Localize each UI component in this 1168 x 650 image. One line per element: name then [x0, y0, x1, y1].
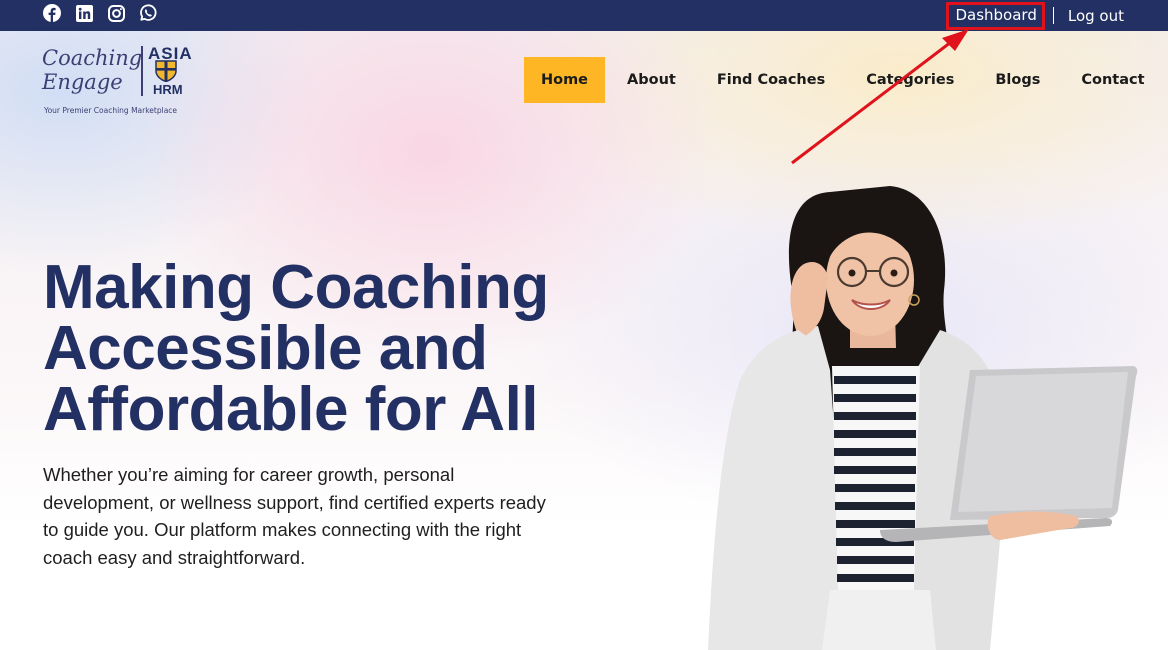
- logo-tagline: Your Premier Coaching Marketplace: [44, 106, 178, 115]
- logo-text-line1: Coaching: [42, 46, 143, 70]
- shield-icon: [155, 60, 177, 82]
- linkedin-icon[interactable]: [75, 4, 93, 22]
- dashboard-link[interactable]: Dashboard: [955, 6, 1036, 24]
- logo-text-line2: Engage: [42, 70, 123, 94]
- instagram-icon[interactable]: [107, 4, 125, 22]
- facebook-icon[interactable]: [43, 4, 61, 22]
- logout-link[interactable]: Log out: [1068, 7, 1124, 25]
- whatsapp-icon[interactable]: [139, 4, 157, 22]
- site-logo[interactable]: Coaching Engage ASIA HRM Your Premier Co…: [42, 44, 192, 118]
- nav-blogs[interactable]: Blogs: [995, 57, 1040, 103]
- logo-brand-sub: HRM: [153, 82, 183, 97]
- hero-headline: Making Coaching Accessible and Affordabl…: [43, 253, 549, 444]
- divider: [1052, 7, 1054, 24]
- logo-divider: [141, 46, 143, 96]
- nav-about[interactable]: About: [627, 57, 676, 103]
- top-bar: Dashboard Log out: [0, 0, 1168, 31]
- nav-home[interactable]: Home: [524, 57, 605, 103]
- main-nav: Home About Find Coaches Categories Blogs…: [524, 57, 1145, 103]
- nav-categories[interactable]: Categories: [866, 57, 954, 103]
- woman-with-laptop-image: [708, 186, 1138, 650]
- hero-description: Whether you’re aiming for career growth,…: [43, 464, 546, 568]
- nav-find-coaches[interactable]: Find Coaches: [717, 57, 825, 103]
- dashboard-highlight-box: Dashboard: [946, 1, 1045, 30]
- account-links: Dashboard Log out: [946, 0, 1124, 31]
- nav-contact[interactable]: Contact: [1081, 57, 1144, 103]
